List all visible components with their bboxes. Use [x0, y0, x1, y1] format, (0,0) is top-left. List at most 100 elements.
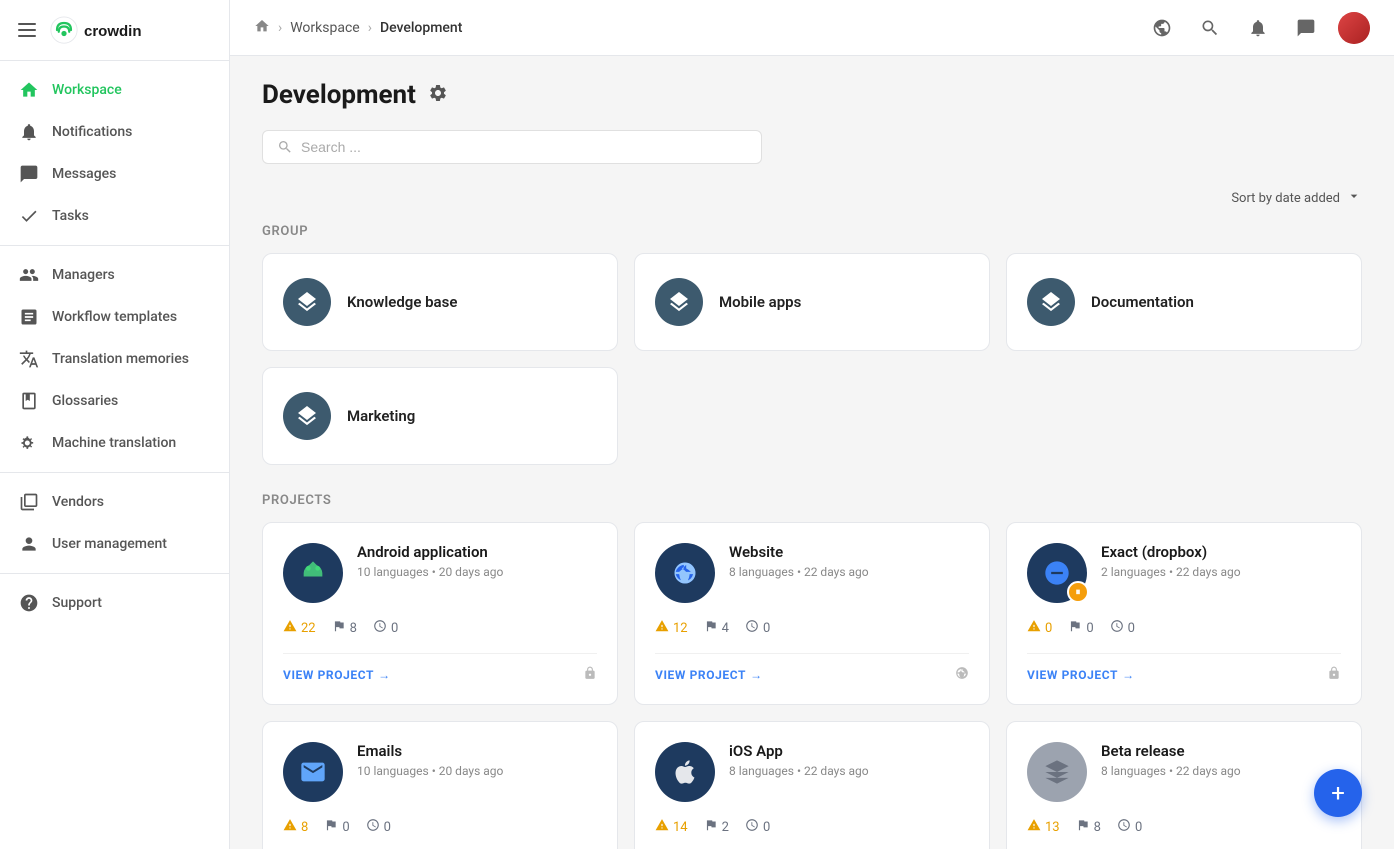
sidebar-item-managers[interactable]: Managers — [0, 254, 229, 296]
view-project-link-website[interactable]: VIEW PROJECT → — [655, 668, 763, 682]
group-icon-marketing — [283, 392, 331, 440]
sort-row: Sort by date added — [262, 188, 1362, 208]
sidebar-item-vendors-label: Vendors — [52, 494, 104, 510]
messages-icon[interactable] — [1290, 12, 1322, 44]
sidebar-item-glossaries[interactable]: Glossaries — [0, 380, 229, 422]
project-card-website[interactable]: Website 8 languages • 22 days ago 12 4 0… — [634, 522, 990, 705]
project-avatar-website — [655, 543, 715, 603]
warn-count: 22 — [301, 621, 316, 636]
home-breadcrumb-icon — [254, 18, 270, 38]
sidebar-item-workflow-templates[interactable]: Workflow templates — [0, 296, 229, 338]
sidebar-item-user-management[interactable]: User management — [0, 523, 229, 565]
flag-icon — [324, 818, 338, 836]
breadcrumb-separator-2: › — [368, 20, 372, 36]
sidebar-item-notifications[interactable]: Notifications — [0, 111, 229, 153]
project-card-ios[interactable]: iOS App 8 languages • 22 days ago 14 2 0… — [634, 721, 990, 849]
flag-icon — [1076, 818, 1090, 836]
stat-clock-beta: 0 — [1117, 818, 1142, 836]
flag-count: 8 — [1094, 820, 1101, 835]
main-content: › Workspace › Development — [230, 0, 1394, 849]
user-avatar[interactable] — [1338, 12, 1370, 44]
sidebar-item-translation-memories[interactable]: Translation memories — [0, 338, 229, 380]
project-name-android: Android application — [357, 543, 597, 561]
sidebar-item-messages-label: Messages — [52, 166, 116, 182]
groups-grid: Knowledge base Mobile apps Documentation… — [262, 253, 1362, 465]
notifications-bell-icon[interactable] — [1242, 12, 1274, 44]
sort-label[interactable]: Sort by date added — [1231, 191, 1340, 206]
hamburger-menu[interactable] — [18, 23, 36, 37]
search-icon[interactable] — [1194, 12, 1226, 44]
project-stats-exact: 0 0 0 — [1027, 619, 1341, 637]
arrow-icon: → — [750, 668, 763, 682]
group-card-marketing[interactable]: Marketing — [262, 367, 618, 465]
warn-icon — [283, 619, 297, 637]
sort-arrow-icon[interactable] — [1346, 188, 1362, 208]
project-stats-beta: 13 8 0 — [1027, 818, 1341, 836]
clock-count: 0 — [1135, 820, 1142, 835]
project-info-android: Android application 10 languages • 20 da… — [357, 543, 597, 579]
breadcrumb-separator-1: › — [278, 20, 282, 36]
sidebar-item-tasks-label: Tasks — [52, 208, 89, 224]
warn-icon — [283, 818, 297, 836]
sidebar-item-tasks[interactable]: Tasks — [0, 195, 229, 237]
view-project-link-exact[interactable]: VIEW PROJECT → — [1027, 668, 1135, 682]
sidebar-item-workspace[interactable]: Workspace — [0, 69, 229, 111]
project-card-exact[interactable]: ⏸ Exact (dropbox) 2 languages • 22 days … — [1006, 522, 1362, 705]
stat-warn-android: 22 — [283, 619, 316, 637]
paused-badge: ⏸ — [1067, 581, 1089, 603]
project-meta-emails: 10 languages • 20 days ago — [357, 764, 597, 778]
sidebar: crowdin Workspace Notifications Messages — [0, 0, 230, 849]
project-card-bottom-exact: VIEW PROJECT → — [1027, 653, 1341, 684]
workflow-icon — [18, 306, 40, 328]
globe-icon[interactable] — [1146, 12, 1178, 44]
settings-icon[interactable] — [428, 83, 448, 108]
support-icon — [18, 592, 40, 614]
project-meta-beta: 8 languages • 22 days ago — [1101, 764, 1341, 778]
sidebar-nav: Workspace Notifications Messages Tasks — [0, 61, 229, 849]
managers-icon — [18, 264, 40, 286]
projects-section-label: Projects — [262, 493, 331, 508]
stat-flag-beta: 8 — [1076, 818, 1101, 836]
tasks-icon — [18, 205, 40, 227]
add-fab-button[interactable]: + — [1314, 769, 1362, 817]
chat-icon — [18, 163, 40, 185]
project-info-beta: Beta release 8 languages • 22 days ago — [1101, 742, 1341, 778]
projects-section-header: Projects — [262, 493, 1362, 508]
sidebar-item-support[interactable]: Support — [0, 582, 229, 624]
search-input[interactable] — [301, 139, 747, 155]
view-project-link-android[interactable]: VIEW PROJECT → — [283, 668, 391, 682]
flag-count: 2 — [722, 820, 729, 835]
stat-warn-website: 12 — [655, 619, 688, 637]
project-card-emails[interactable]: Emails 10 languages • 20 days ago 8 0 0 … — [262, 721, 618, 849]
breadcrumb-workspace[interactable]: Workspace — [290, 20, 360, 36]
project-card-android[interactable]: Android application 10 languages • 20 da… — [262, 522, 618, 705]
machine-translation-icon — [18, 432, 40, 454]
project-name-emails: Emails — [357, 742, 597, 760]
project-name-exact: Exact (dropbox) — [1101, 543, 1341, 561]
privacy-icon-website — [955, 666, 969, 684]
sidebar-item-vendors[interactable]: Vendors — [0, 481, 229, 523]
project-avatar-emails — [283, 742, 343, 802]
page-header: Development — [262, 80, 1362, 110]
warn-icon — [1027, 818, 1041, 836]
project-card-beta[interactable]: Beta release 8 languages • 22 days ago 1… — [1006, 721, 1362, 849]
project-avatar-ios — [655, 742, 715, 802]
flag-icon — [704, 619, 718, 637]
project-card-top: Emails 10 languages • 20 days ago — [283, 742, 597, 802]
page-title: Development — [262, 80, 416, 110]
project-avatar-beta — [1027, 742, 1087, 802]
breadcrumb-current: Development — [380, 20, 462, 36]
sidebar-logo: crowdin — [0, 0, 229, 61]
sidebar-item-messages[interactable]: Messages — [0, 153, 229, 195]
project-avatar-android — [283, 543, 343, 603]
group-card-mobile_apps[interactable]: Mobile apps — [634, 253, 990, 351]
group-card-documentation[interactable]: Documentation — [1006, 253, 1362, 351]
flag-icon — [332, 619, 346, 637]
sidebar-item-user-management-label: User management — [52, 536, 167, 552]
sidebar-item-machine-translation[interactable]: Machine translation — [0, 422, 229, 464]
search-bar — [262, 130, 762, 164]
privacy-icon-android — [583, 666, 597, 684]
translation-icon — [18, 348, 40, 370]
sidebar-item-managers-label: Managers — [52, 267, 115, 283]
group-card-knowledge_base[interactable]: Knowledge base — [262, 253, 618, 351]
